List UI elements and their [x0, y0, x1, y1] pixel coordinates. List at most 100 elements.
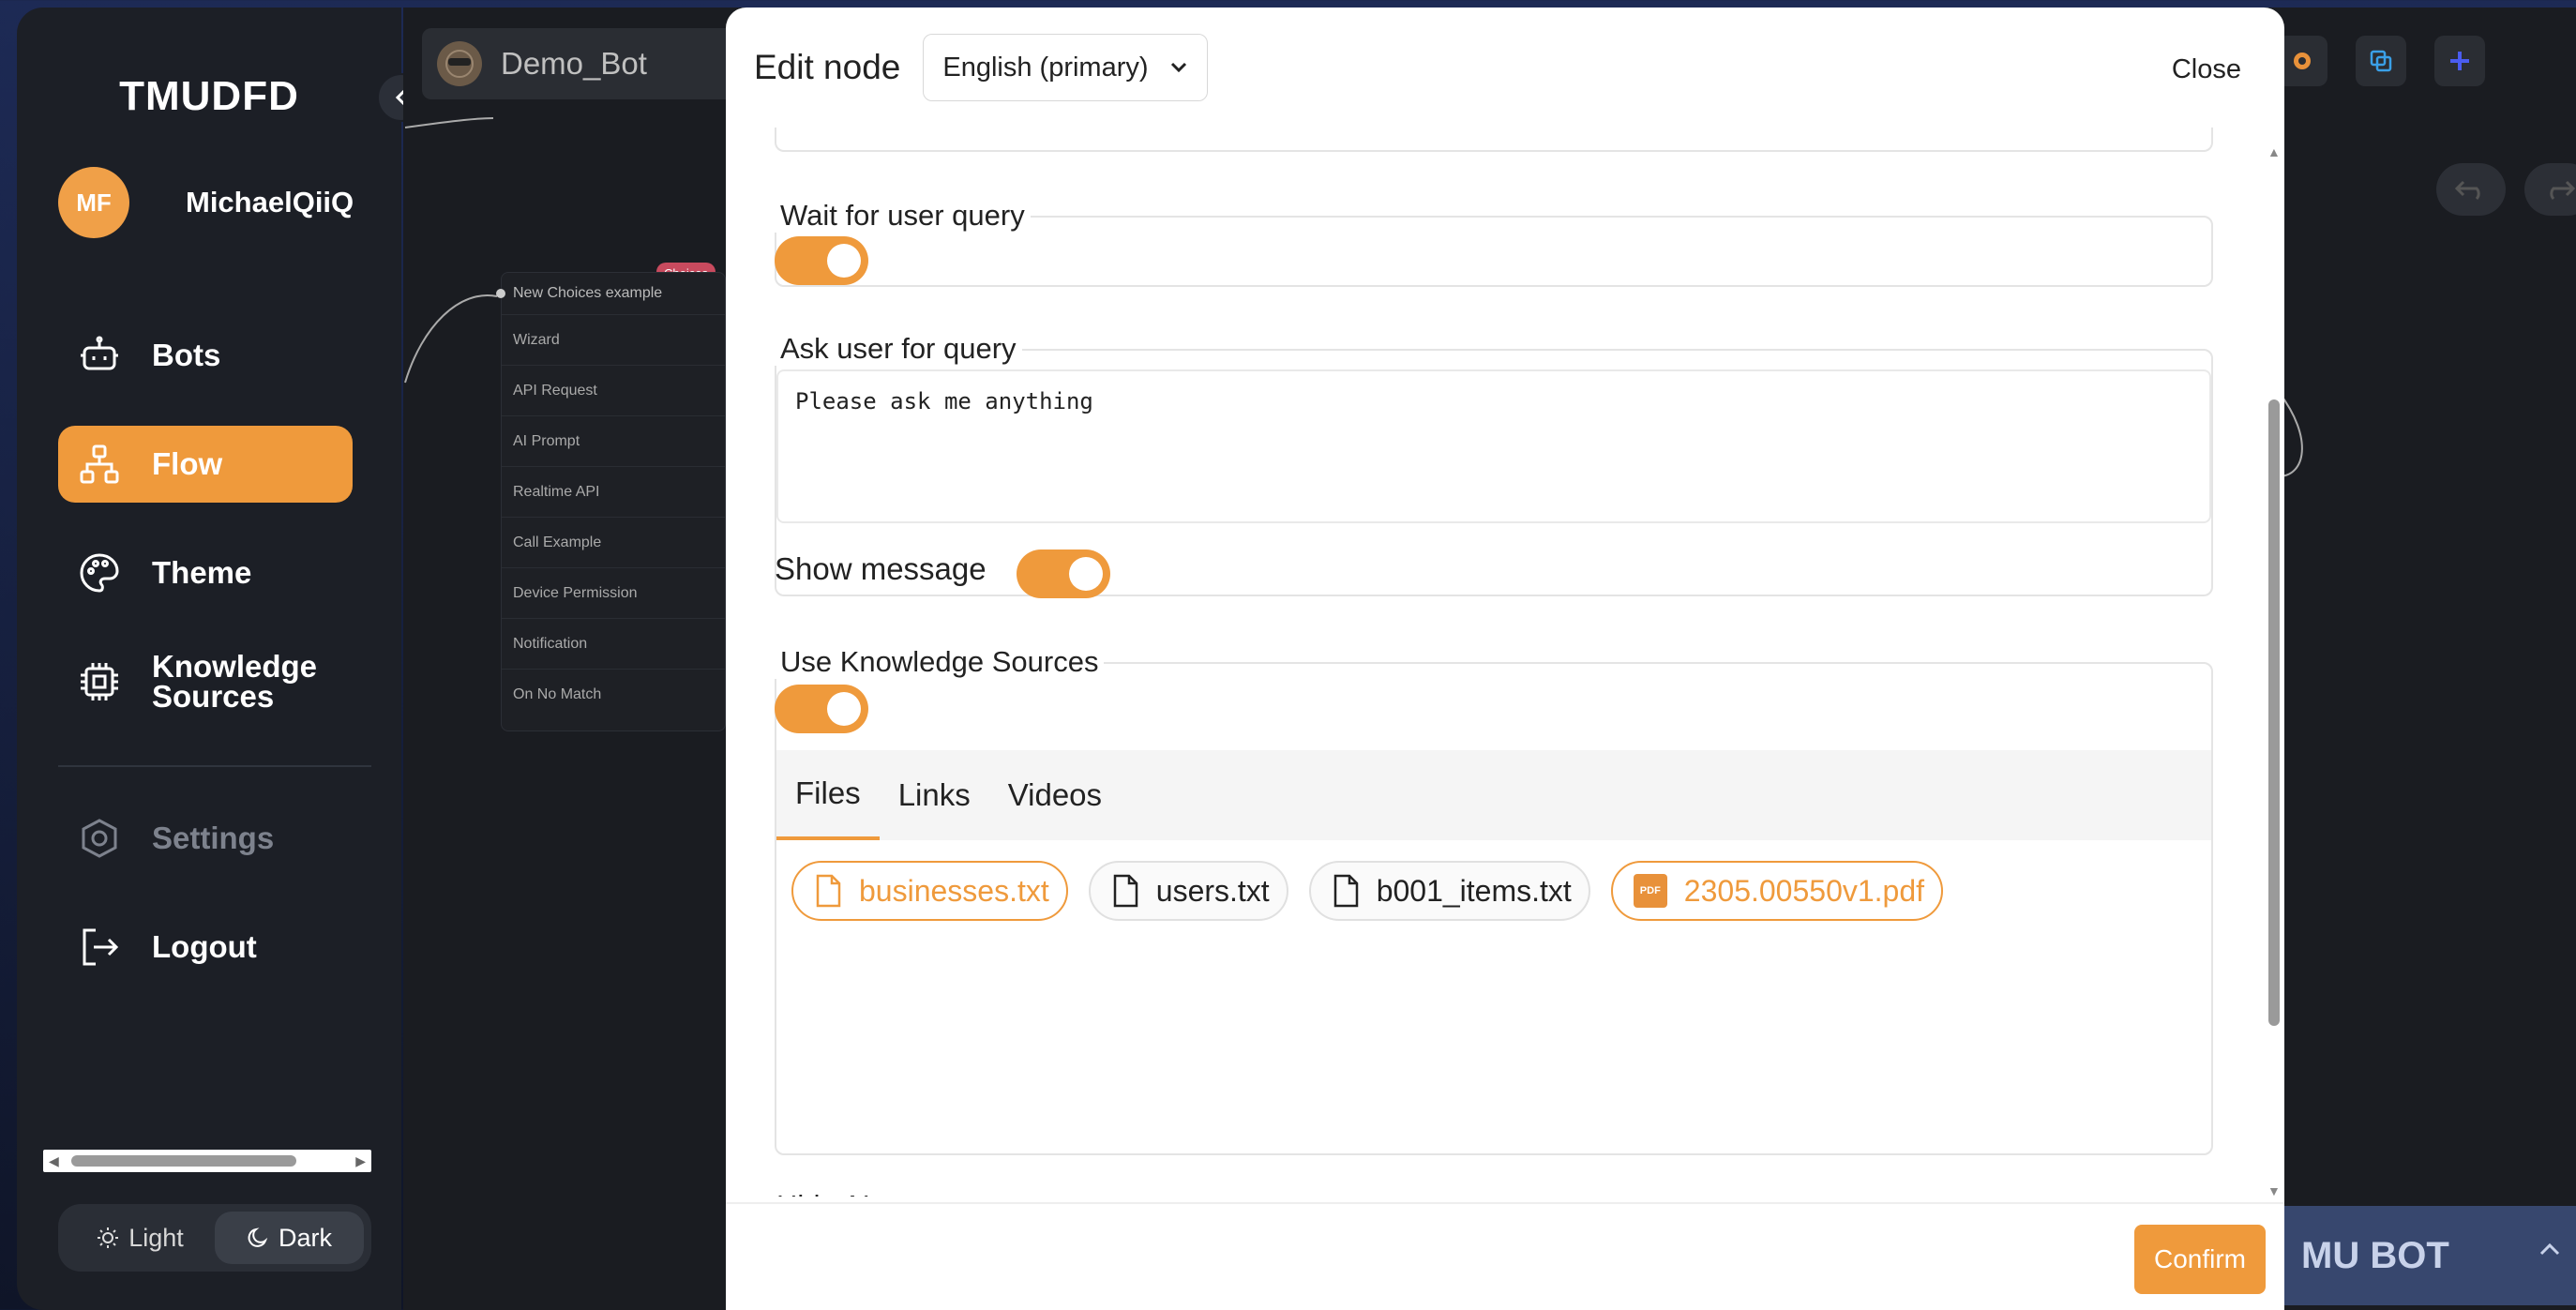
robot-icon [77, 333, 122, 378]
dark-theme-button[interactable]: Dark [215, 1212, 364, 1264]
modal-title: Edit node [754, 48, 901, 86]
sidebar-horizontal-scrollbar[interactable]: ◀ ▶ [43, 1150, 371, 1172]
avatar: MF [58, 167, 129, 238]
language-select[interactable]: English (primary) [923, 34, 1208, 101]
undo-button[interactable] [2436, 163, 2506, 216]
undo-redo-group [2436, 163, 2576, 216]
flow-edge [404, 117, 498, 384]
file-name: b001_items.txt [1376, 873, 1572, 908]
moon-icon [248, 1227, 268, 1247]
theme-toggle: Light Dark [58, 1204, 371, 1272]
node-input-handle[interactable] [496, 289, 505, 298]
scroll-down-icon[interactable]: ▼ [2267, 1183, 2281, 1198]
node-choice[interactable]: Notification [502, 618, 725, 669]
modal-vertical-scrollbar[interactable]: ▲ ▼ [2264, 139, 2284, 1198]
nav-item-settings[interactable]: Settings [58, 800, 353, 877]
user-profile[interactable]: MF MichaelQiiQ [58, 167, 354, 238]
nav-item-flow[interactable]: Flow [58, 426, 353, 503]
chevron-up-icon [2539, 1242, 2560, 1256]
wait-for-user-query-label: Wait for user query [775, 199, 1031, 233]
nav-item-theme[interactable]: Theme [58, 535, 353, 611]
light-theme-button[interactable]: Light [66, 1212, 215, 1264]
node-title: New Choices example [496, 273, 725, 314]
scroll-right-icon[interactable]: ▶ [355, 1153, 366, 1169]
tab-videos[interactable]: Videos [989, 750, 1121, 840]
node-choice[interactable]: Call Example [502, 517, 725, 567]
add-tool-button[interactable] [2434, 36, 2485, 86]
sun-icon [98, 1227, 119, 1248]
modal-header: Edit node English (primary) Close [726, 8, 2284, 128]
tab-files[interactable]: Files [776, 750, 880, 840]
redo-icon [2550, 180, 2576, 201]
bot-preview-label: MU BOT [2301, 1234, 2449, 1276]
scrollbar-thumb[interactable] [2268, 399, 2280, 1026]
show-message-toggle[interactable] [1017, 550, 1110, 598]
file-chip[interactable]: PDF 2305.00550v1.pdf [1610, 861, 1944, 921]
node-choice[interactable]: API Request [502, 365, 725, 415]
close-button[interactable]: Close [2172, 54, 2241, 85]
flow-icon [77, 442, 122, 487]
username: MichaelQiiQ [186, 186, 354, 218]
plus-icon [2450, 52, 2469, 70]
palette-icon [77, 550, 122, 595]
pdf-icon: PDF [1633, 874, 1667, 908]
node-choice[interactable]: Realtime API [502, 466, 725, 517]
toggle-knob [827, 692, 861, 726]
confirm-button[interactable]: Confirm [2134, 1225, 2266, 1294]
file-icon [1333, 874, 1358, 908]
nav-item-logout[interactable]: Logout [58, 909, 353, 986]
node-choice[interactable]: Device Permission [502, 567, 725, 618]
nav-label: Theme [152, 555, 252, 590]
nav-label: Flow [152, 446, 223, 481]
scroll-left-icon[interactable]: ◀ [49, 1153, 59, 1169]
node-title-text: New Choices example [513, 285, 663, 301]
chip-icon [77, 659, 122, 704]
file-chips: businesses.txt users.txt b001_items.txt … [791, 861, 1944, 921]
flow-node[interactable]: New Choices example Wizard API Request A… [496, 272, 726, 731]
tab-links[interactable]: Links [880, 750, 989, 840]
settings-tool-button[interactable] [2277, 36, 2327, 86]
copy-tool-button[interactable] [2356, 36, 2406, 86]
node-choice[interactable]: Wizard [502, 314, 725, 365]
use-knowledge-sources-label: Use Knowledge Sources [775, 645, 1105, 679]
settings-icon [77, 816, 122, 861]
ask-user-for-query-label: Ask user for query [775, 332, 1022, 366]
modal-footer: Confirm [726, 1202, 2284, 1310]
gear-icon [2294, 53, 2311, 69]
nav-label-line2: Sources [152, 679, 275, 714]
file-chip[interactable]: businesses.txt [791, 861, 1068, 921]
canvas-toolbar [2277, 36, 2485, 86]
node-choice[interactable]: AI Prompt [502, 415, 725, 466]
previous-field-box [775, 128, 2213, 152]
secondary-nav: Settings Logout [58, 800, 353, 1017]
nav-label: Logout [152, 929, 257, 964]
brand-title: TMUDFD [119, 73, 299, 119]
node-choice[interactable]: On No Match [502, 669, 725, 719]
nav-label: Bots [152, 338, 221, 372]
nav-item-knowledge-sources[interactable]: Knowledge Sources [58, 643, 353, 720]
sidebar-divider [58, 765, 371, 767]
show-message-label: Show message [775, 551, 987, 586]
nav-item-bots[interactable]: Bots [58, 317, 353, 394]
wait-for-user-query-toggle[interactable] [775, 236, 868, 285]
knowledge-tabs: Files Links Videos [776, 750, 2211, 840]
file-name: businesses.txt [859, 873, 1049, 908]
sidebar: TMUDFD MF MichaelQiiQ Bots Flow Theme Kn… [17, 8, 426, 1310]
redo-button[interactable] [2524, 163, 2576, 216]
main-nav: Bots Flow Theme Knowledge Sources [58, 317, 353, 752]
file-chip[interactable]: b001_items.txt [1308, 861, 1590, 921]
logout-icon [77, 925, 122, 970]
file-icon [816, 874, 841, 908]
scrollbar-thumb[interactable] [71, 1155, 296, 1167]
use-knowledge-sources-toggle[interactable] [775, 685, 868, 733]
ask-user-query-textarea[interactable]: Please ask me anything [776, 369, 2211, 523]
nav-label: Knowledge Sources [152, 651, 317, 714]
file-chip[interactable]: users.txt [1088, 861, 1288, 921]
bot-name: Demo_Bot [501, 46, 647, 81]
scroll-up-icon[interactable]: ▲ [2267, 144, 2281, 159]
next-section-label: Hide AI [776, 1189, 870, 1197]
bot-preview-bar[interactable]: MU BOT [2243, 1206, 2576, 1305]
modal-body[interactable]: Wait for user query Ask user for query P… [726, 128, 2264, 1197]
file-name: 2305.00550v1.pdf [1683, 873, 1925, 908]
language-value: English (primary) [942, 52, 1149, 83]
